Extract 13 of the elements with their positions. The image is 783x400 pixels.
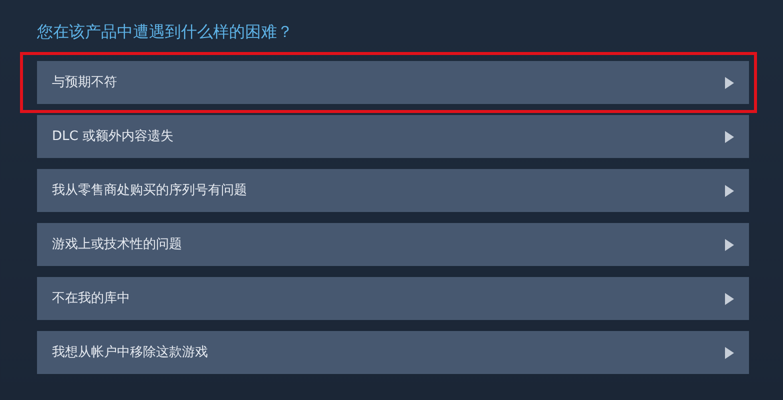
option-row[interactable]: 我从零售商处购买的序列号有问题 bbox=[37, 169, 749, 212]
option-row[interactable]: 与预期不符 bbox=[37, 61, 749, 104]
option-row[interactable]: DLC 或额外内容遗失 bbox=[37, 115, 749, 158]
play-arrow-icon bbox=[725, 292, 734, 304]
play-arrow-icon bbox=[725, 346, 734, 358]
play-arrow-icon bbox=[725, 130, 734, 142]
option-row[interactable]: 不在我的库中 bbox=[37, 277, 749, 320]
question-title: 您在该产品中遭遇到什么样的困难？ bbox=[37, 21, 293, 43]
option-row[interactable]: 游戏上或技术性的问题 bbox=[37, 223, 749, 266]
option-row[interactable]: 我想从帐户中移除这款游戏 bbox=[37, 331, 749, 374]
play-arrow-icon bbox=[725, 184, 734, 196]
play-arrow-icon bbox=[725, 238, 734, 250]
play-arrow-icon bbox=[725, 76, 734, 88]
